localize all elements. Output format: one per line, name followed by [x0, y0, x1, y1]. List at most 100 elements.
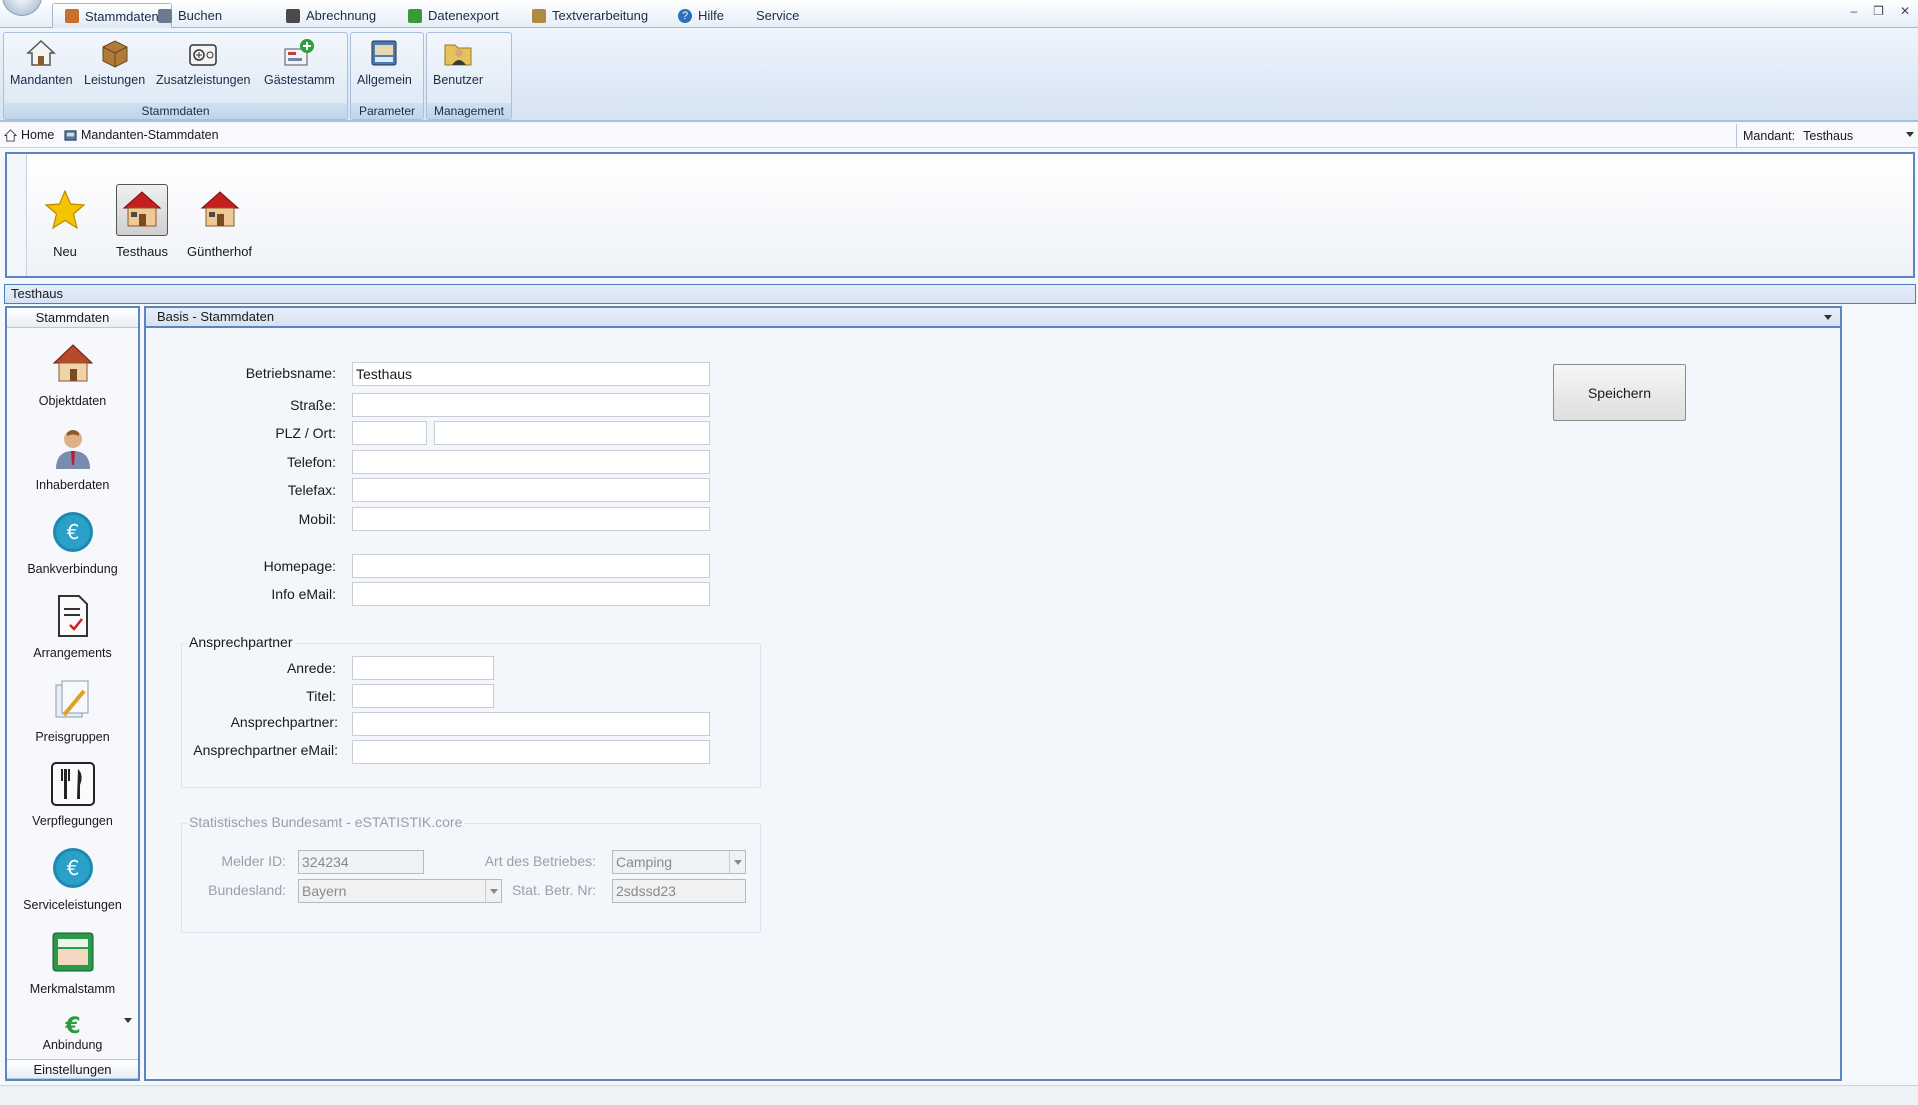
tab-label: Buchen	[178, 8, 223, 23]
nav-item-anbindung[interactable]: € Anbindung	[7, 1014, 138, 1052]
ansprechpartner-email-input[interactable]	[352, 740, 710, 764]
plz-input[interactable]	[352, 421, 427, 445]
main-panel: Basis - Stammdaten Betriebsname: Straße:…	[144, 306, 1842, 1081]
tab-datenexport[interactable]: Datenexport	[396, 3, 511, 28]
drawer-icon	[371, 40, 397, 66]
nav-item-label: Inhaberdaten	[35, 478, 110, 492]
tab-buchen[interactable]: Buchen	[146, 3, 234, 28]
mandant-selector[interactable]: Mandant: Testhaus	[1736, 124, 1918, 148]
ribbon-label: Allgemein	[357, 73, 412, 87]
bundesland-label: Bundesland:	[208, 882, 286, 898]
restore-button[interactable]: ❐	[1873, 4, 1884, 18]
zusatzleistungen-button[interactable]: Zusatzleistungen	[156, 37, 251, 87]
breadcrumb-current[interactable]: Mandanten-Stammdaten	[64, 128, 219, 142]
form-header[interactable]: Basis - Stammdaten	[146, 308, 1840, 328]
benutzer-button[interactable]: Benutzer	[433, 37, 483, 87]
euro-icon: €	[52, 512, 93, 552]
bundesland-value: Bayern	[302, 883, 347, 899]
ribbon-group-label: Parameter	[351, 103, 423, 119]
buchen-icon	[158, 8, 172, 23]
nav-item-objektdaten[interactable]: Objektdaten	[7, 340, 138, 408]
status-bar	[0, 1085, 1918, 1105]
house-icon	[122, 191, 162, 227]
addon-icon	[189, 44, 217, 66]
nav-item-label: Preisgruppen	[35, 730, 110, 744]
tab-textverarbeitung[interactable]: Textverarbeitung	[520, 3, 660, 28]
ansprechpartner-input[interactable]	[352, 712, 710, 736]
left-nav: Stammdaten Objektdaten Inhaberdaten € Ba…	[5, 306, 140, 1081]
nav-item-label: Merkmalstamm	[29, 982, 116, 996]
mandant-value: Testhaus	[1803, 129, 1854, 143]
document-check-icon	[57, 595, 88, 637]
strasse-input[interactable]	[352, 393, 710, 417]
homepage-input[interactable]	[352, 554, 710, 578]
save-button[interactable]: Speichern	[1553, 364, 1686, 421]
nav-item-inhaberdaten[interactable]: Inhaberdaten	[7, 424, 138, 492]
anrede-input[interactable]	[352, 656, 494, 680]
tab-hilfe[interactable]: ? Hilfe	[666, 3, 736, 28]
allgemein-button[interactable]: Allgemein	[357, 37, 412, 87]
svg-text:€: €	[66, 856, 79, 880]
nav-item-arrangements[interactable]: Arrangements	[7, 592, 138, 660]
help-icon: ?	[678, 8, 692, 23]
menu-bar: Stammdaten Buchen Abrechnung Datenexport…	[0, 0, 1918, 28]
telefon-input[interactable]	[352, 450, 710, 474]
ort-input[interactable]	[434, 421, 710, 445]
ribbon-group-label: Stammdaten	[4, 103, 347, 119]
object-guentherhof[interactable]: Güntherhof	[187, 184, 252, 259]
ribbon-label: Benutzer	[433, 73, 484, 87]
tab-service[interactable]: Service	[744, 3, 811, 28]
ribbon-label: Gästestamm	[264, 73, 335, 87]
mobil-input[interactable]	[352, 507, 710, 531]
betriebsname-input[interactable]	[352, 362, 710, 386]
mandanten-icon	[64, 129, 77, 141]
ribbon-group-parameter: Allgemein Parameter	[350, 32, 424, 120]
context-title: Testhaus	[4, 284, 1916, 304]
breadcrumb-home[interactable]: Home	[4, 128, 54, 142]
telefax-input[interactable]	[352, 478, 710, 502]
gaestestamm-button[interactable]: Gästestamm	[264, 37, 335, 87]
nav-item-merkmalstamm[interactable]: Merkmalstamm	[7, 928, 138, 996]
breadcrumb: Home Mandanten-Stammdaten Mandant: Testh…	[0, 124, 1918, 148]
nav-item-serviceleistungen[interactable]: € Serviceleistungen	[7, 844, 138, 912]
euro-green-icon: €	[64, 1014, 80, 1036]
ansprechpartner-email-label: Ansprechpartner eMail:	[193, 742, 338, 758]
nav-item-preisgruppen[interactable]: Preisgruppen	[7, 676, 138, 744]
melder-id-input[interactable]	[298, 850, 424, 874]
nav-item-label: Objektdaten	[38, 394, 107, 408]
art-select[interactable]: Camping	[612, 850, 746, 874]
stammdaten-icon	[65, 9, 79, 23]
tab-label: Datenexport	[428, 8, 499, 23]
close-button[interactable]: ✕	[1900, 4, 1910, 18]
titel-input[interactable]	[352, 684, 494, 708]
nav-footer[interactable]: Einstellungen	[7, 1059, 138, 1079]
minimize-button[interactable]: –	[1850, 4, 1857, 18]
tab-label: Abrechnung	[306, 8, 377, 23]
chevron-down-icon[interactable]	[124, 1018, 132, 1023]
euro-icon: €	[52, 848, 93, 888]
object-label: Güntherhof	[187, 244, 253, 259]
nav-header[interactable]: Stammdaten	[7, 308, 138, 328]
nav-item-verpflegungen[interactable]: Verpflegungen	[7, 760, 138, 828]
ansprechpartner-caption: Ansprechpartner	[187, 634, 295, 650]
add-guest-icon	[284, 39, 315, 66]
house-icon	[26, 39, 57, 66]
leistungen-button[interactable]: Leistungen	[84, 37, 145, 87]
nav-item-label: Arrangements	[33, 646, 112, 660]
datenexport-icon	[408, 8, 422, 23]
abrechnung-icon	[286, 8, 300, 23]
tab-abrechnung[interactable]: Abrechnung	[274, 3, 388, 28]
ribbon-label: Zusatzleistungen	[156, 73, 251, 87]
ribbon-label: Mandanten	[10, 73, 73, 87]
nav-item-bankverbindung[interactable]: € Bankverbindung	[7, 508, 138, 576]
mandanten-button[interactable]: Mandanten	[10, 37, 73, 87]
art-label: Art des Betriebes:	[484, 853, 596, 869]
user-folder-icon	[444, 44, 472, 66]
app-menu-button[interactable]	[2, 0, 42, 16]
telefax-label: Telefax:	[287, 482, 336, 498]
object-neu[interactable]: Neu	[39, 184, 91, 259]
homepage-label: Homepage:	[263, 558, 336, 574]
stat-nr-input[interactable]	[612, 879, 746, 903]
info-email-input[interactable]	[352, 582, 710, 606]
object-testhaus[interactable]: Testhaus	[116, 184, 168, 259]
